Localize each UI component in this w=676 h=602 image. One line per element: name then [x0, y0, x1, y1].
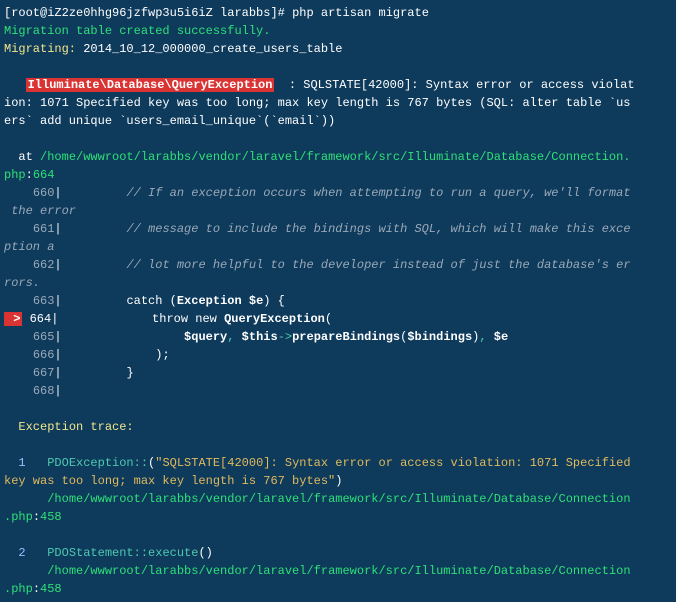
- exception-line: Illuminate\Database\QueryException : SQL…: [4, 78, 635, 92]
- code-663: 663| catch (Exception $e) {: [4, 294, 285, 308]
- code-661: 661| // message to include the bindings …: [4, 222, 631, 236]
- migrating-line: Migrating: 2014_10_12_000000_create_user…: [4, 42, 342, 56]
- trace-1: 1 PDOException::("SQLSTATE[42000]: Synta…: [4, 456, 638, 470]
- location-line: at /home/wwwroot/larabbs/vendor/laravel/…: [4, 150, 631, 164]
- exception-line-2: ion: 1071 Specified key was too long; ma…: [4, 96, 631, 110]
- prompt-line[interactable]: [root@iZ2ze0hhg96jzfwp3u5i6iZ larabbs]# …: [4, 6, 429, 20]
- code-667: 667| }: [4, 366, 134, 380]
- code-660b: the error: [4, 204, 76, 218]
- trace-header: Exception trace:: [4, 420, 134, 434]
- code-664-current: > 664| throw new QueryException(: [4, 312, 332, 326]
- trace-1b: key was too long; max key length is 767 …: [4, 474, 342, 488]
- exception-line-3: ers` add unique `users_email_unique`(`em…: [4, 114, 335, 128]
- code-662: 662| // lot more helpful to the develope…: [4, 258, 631, 272]
- code-666: 666| );: [4, 348, 170, 362]
- migration-success: Migration table created successfully.: [4, 24, 270, 38]
- trace-2-path: /home/wwwroot/larabbs/vendor/laravel/fra…: [4, 564, 631, 578]
- code-668: 668|: [4, 384, 62, 398]
- code-665: 665| $query, $this->prepareBindings($bin…: [4, 330, 508, 344]
- trace-1-path: /home/wwwroot/larabbs/vendor/laravel/fra…: [4, 492, 631, 506]
- trace-1-path2: .php:458: [4, 510, 62, 524]
- location-line-2: php:664: [4, 168, 54, 182]
- code-661b: ption a: [4, 240, 54, 254]
- code-662b: rors.: [4, 276, 40, 290]
- terminal-output: [root@iZ2ze0hhg96jzfwp3u5i6iZ larabbs]# …: [4, 4, 672, 598]
- trace-2: 2 PDOStatement::execute(): [4, 546, 213, 560]
- code-660: 660| // If an exception occurs when atte…: [4, 186, 631, 200]
- trace-2-path2: .php:458: [4, 582, 62, 596]
